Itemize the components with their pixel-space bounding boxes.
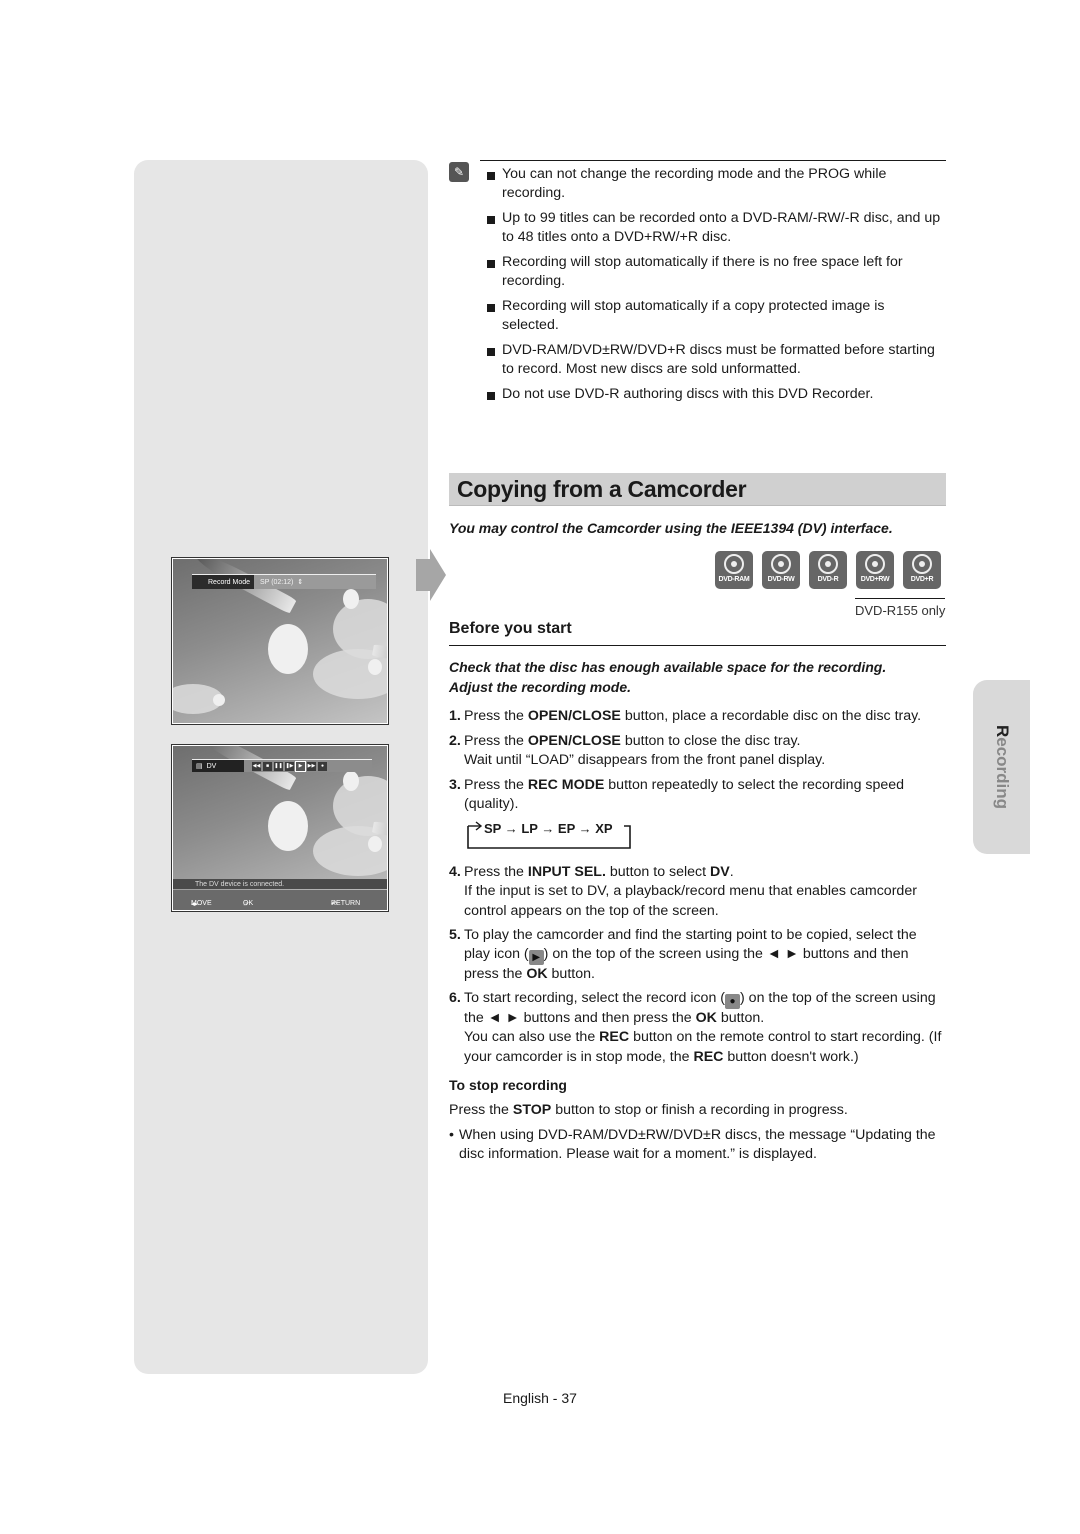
dvd-plus-r-disc-icon: DVD+R — [903, 551, 941, 589]
note-item: Recording will stop automatically if a c… — [485, 297, 945, 336]
up-down-arrows-icon: ⇕ — [297, 579, 304, 586]
before-lead: Check that the disc has enough available… — [449, 659, 887, 695]
cycle-modes: SP → LP → EP → XP — [484, 821, 613, 836]
dvd-r-disc-icon: DVD-R — [809, 551, 847, 589]
rec-mode-cycle-diagram: SP → LP → EP → XP — [466, 818, 632, 850]
disc-note-divider — [855, 598, 945, 599]
section-title: Copying from a Camcorder — [457, 476, 747, 502]
disc-type-icons: DVD-RAM DVD-RW DVD-R DVD+RW DVD+R — [715, 551, 941, 589]
step-3: 3. Press the REC MODE button repeatedly … — [449, 777, 905, 813]
stop-recording-heading: To stop recording — [449, 1077, 567, 1093]
notes-list: You can not change the recording mode an… — [485, 165, 945, 410]
dv-status-message: The DV device is connected. — [173, 879, 387, 889]
stop-icon[interactable]: ■ — [263, 761, 272, 771]
note-item: Do not use DVD-R authoring discs with th… — [485, 385, 945, 404]
step-icon[interactable]: ❚▶ — [285, 761, 294, 771]
record-mode-osd: Record Mode SP (02:12) ⇕ — [192, 574, 376, 589]
ok-label: OK — [243, 900, 254, 907]
heading-divider — [449, 645, 946, 646]
dvd-ram-disc-icon: DVD-RAM — [715, 551, 753, 589]
record-icon[interactable]: ● — [318, 761, 327, 771]
move-label: MOVE — [191, 900, 212, 907]
chapter-tab-recording: Recording — [973, 680, 1030, 854]
step-4: 4. Press the INPUT SEL. button to select… — [449, 864, 917, 919]
dv-osd-bar: ▤ DV ◀◀ ■ ❚❚ ❚▶ ▶ ▶▶ ● — [192, 759, 372, 772]
record-mode-screenshot: Record Mode SP (02:12) ⇕ — [171, 557, 389, 725]
section-title-bar: Copying from a Camcorder — [449, 473, 946, 506]
return-label: RETURN — [331, 900, 361, 907]
step-1: 1. Press the OPEN/CLOSE button, place a … — [449, 708, 922, 724]
page-number: English - 37 — [503, 1390, 577, 1406]
dv-nav-hints: ◂▸ MOVE ☞ OK ↶ RETURN — [173, 890, 387, 910]
note-item: Recording will stop automatically if the… — [485, 253, 945, 292]
step-5: 5. To play the camcorder and find the st… — [449, 927, 917, 983]
stop-recording-text: Press the STOP button to stop or finish … — [449, 1102, 848, 1118]
dv-control-screenshot: ▤ DV ◀◀ ■ ❚❚ ❚▶ ▶ ▶▶ ● The DV device is … — [171, 744, 389, 912]
pause-icon[interactable]: ❚❚ — [274, 761, 283, 771]
play-icon[interactable]: ▶ — [295, 760, 306, 772]
dv-icon: ▤ — [196, 763, 203, 770]
stop-recording-bullet: When using DVD-RAM/DVD±RW/DVD±R discs, t… — [449, 1126, 946, 1165]
dvd-plus-rw-disc-icon: DVD+RW — [856, 551, 894, 589]
note-item: DVD-RAM/DVD±RW/DVD+R discs must be forma… — [485, 341, 945, 380]
record-mode-label: Record Mode — [192, 575, 255, 589]
play-icon: ▶ — [528, 950, 544, 966]
step-2: 2. Press the OPEN/CLOSE button to close … — [449, 733, 826, 769]
section-subtitle: You may control the Camcorder using the … — [449, 520, 893, 536]
pencil-note-icon: ✎ — [449, 162, 469, 182]
dvd-rw-disc-icon: DVD-RW — [762, 551, 800, 589]
disc-model-note: DVD-R155 only — [855, 603, 946, 618]
note-item: You can not change the recording mode an… — [485, 165, 945, 204]
before-you-start-heading: Before you start — [449, 620, 572, 637]
rewind-icon[interactable]: ◀◀ — [252, 761, 261, 771]
record-icon: ● — [725, 994, 741, 1010]
note-divider — [480, 160, 946, 161]
fast-forward-icon[interactable]: ▶▶ — [307, 761, 316, 771]
dv-label: DV — [206, 762, 217, 770]
dv-transport-controls: ◀◀ ■ ❚❚ ❚▶ ▶ ▶▶ ● — [252, 760, 327, 772]
pointer-arrow-icon — [416, 549, 446, 601]
step-6: 6. To start recording, select the record… — [449, 990, 942, 1065]
record-mode-value: SP (02:12) — [260, 578, 294, 586]
note-item: Up to 99 titles can be recorded onto a D… — [485, 209, 945, 248]
